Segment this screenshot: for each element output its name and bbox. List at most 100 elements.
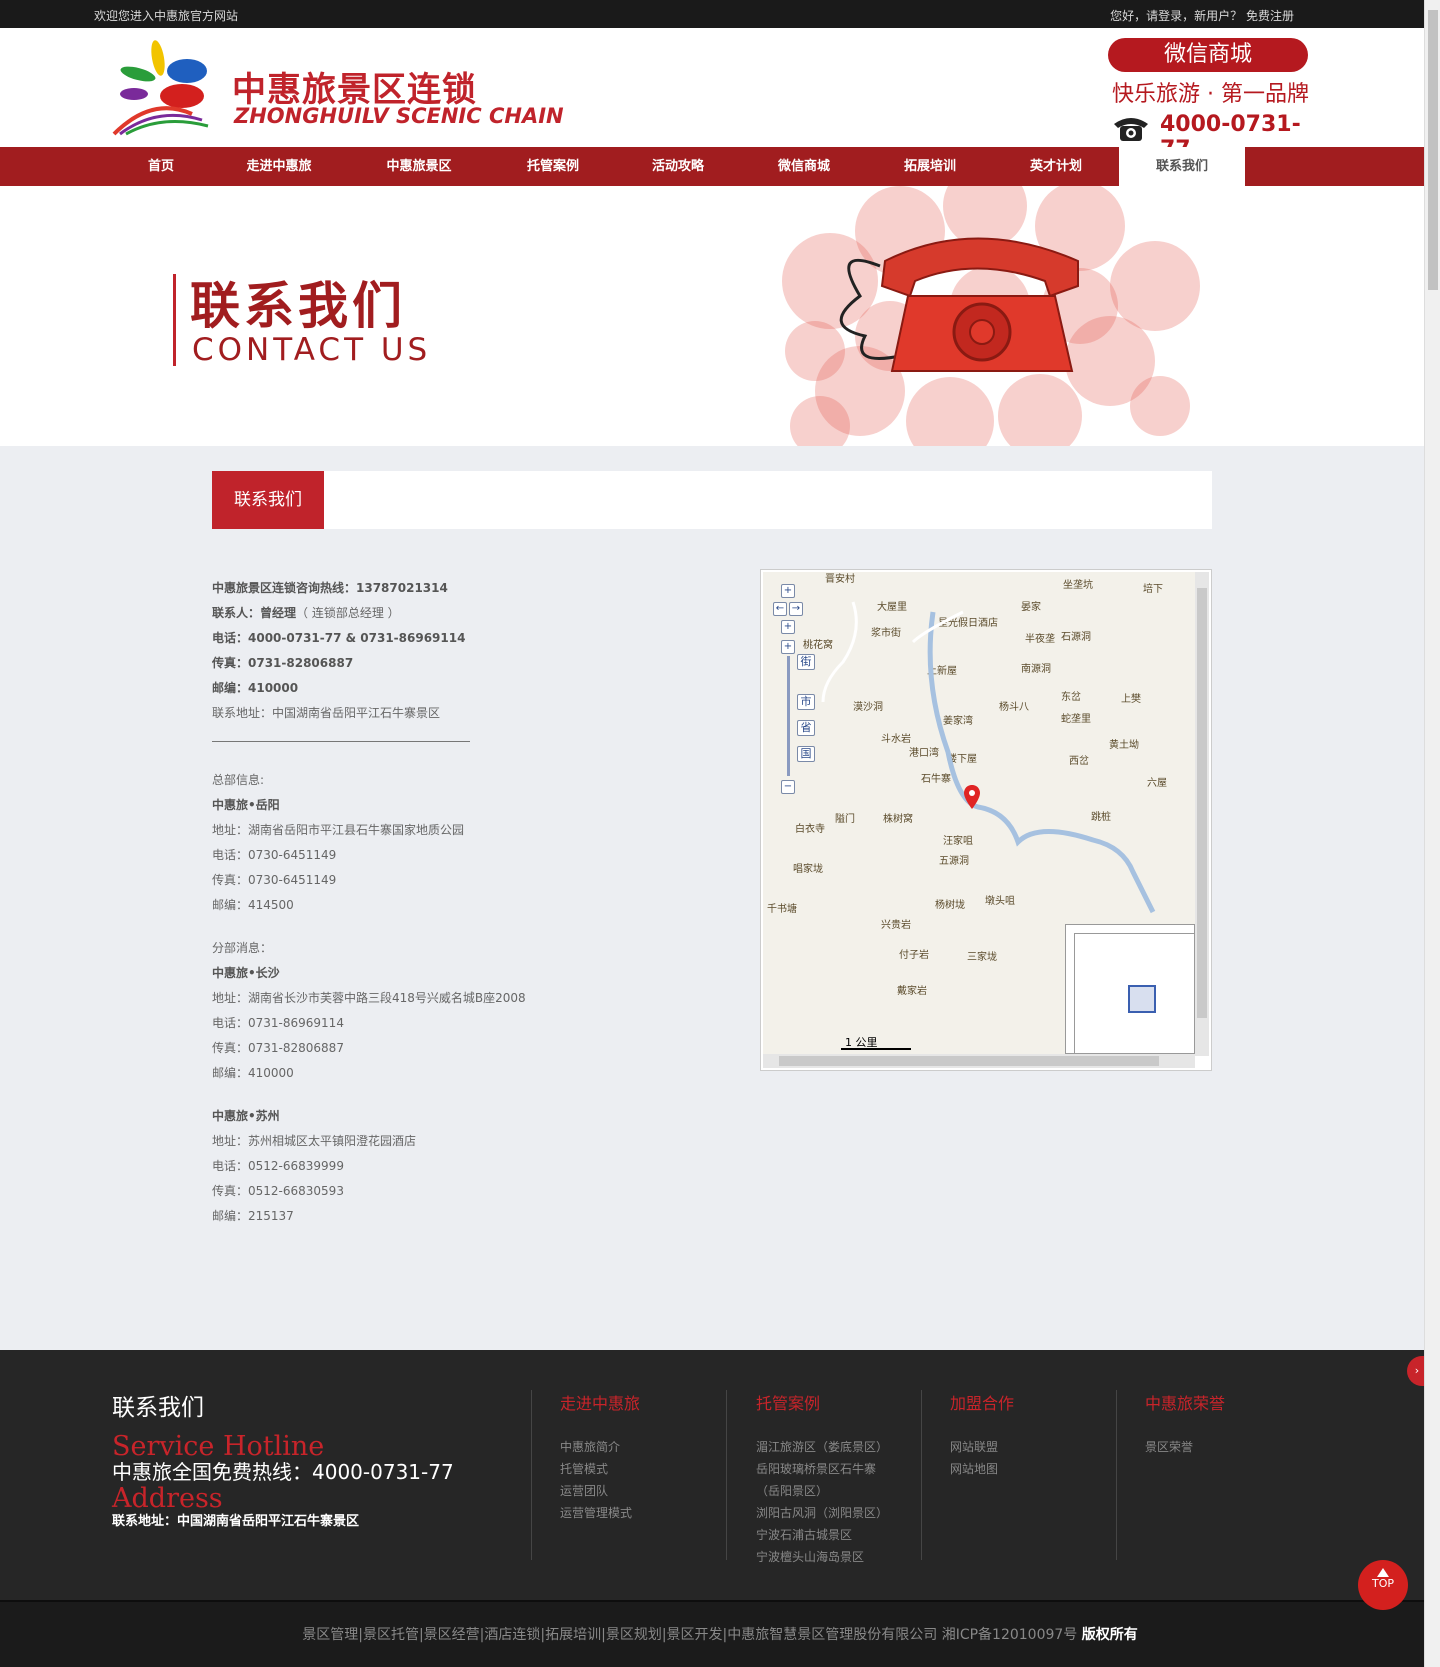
map-zoom-slider[interactable] [787,656,790,776]
footer-link[interactable]: 网站地图 [950,1458,1014,1480]
footer-link[interactable]: 网站联盟 [950,1436,1014,1458]
map-zoom-street[interactable]: 街 [797,654,815,670]
banner-title-cn: 联系我们 [190,277,406,335]
telephone-illustration-icon [782,186,1200,446]
footer-address: 联系地址：中国湖南省岳阳平江石牛寨景区 [112,1514,360,1529]
branch-name: 中惠旅•苏州 [212,1109,280,1123]
footer-link[interactable]: 岳阳玻璃桥景区石牛寨 [756,1458,888,1480]
map-zoom-city[interactable]: 市 [797,694,815,710]
hq-heading: 总部信息: [212,773,265,787]
nav-item-scenic[interactable]: 中惠旅景区 [356,147,482,186]
map-location-pin-icon[interactable] [963,784,981,810]
footer-link[interactable]: （岳阳景区） [756,1480,888,1502]
hq-name: 中惠旅•岳阳 [212,798,280,812]
branch-fax: 传真：0512-66830593 [212,1184,344,1198]
contact-address: 联系地址：中国湖南省岳阳平江石牛寨景区 [212,706,441,720]
footer-col-join: 加盟合作 网站联盟 网站地图 [950,1390,1014,1480]
header: 中惠旅景区连锁 ZHONGHUILV SCENIC CHAIN 微信商城 快乐旅… [0,28,1424,162]
map-pan-down-button[interactable]: + [781,620,795,634]
footer-link[interactable]: 宁波檀头山海岛景区 [756,1546,888,1568]
map-canvas[interactable]: 戴家岩 三家垅 付子岩 兴贵岩 墩头咀 杨树垅 千书塘 唱家垅 五源洞 汪家咀 跳桩 株树窝 隘门 白衣寺… [763,572,1195,1056]
contact-phone: 电话：4000-0731-77 & 0731-86969114 [212,631,466,645]
nav-item-cases[interactable]: 托管案例 [490,147,616,186]
back-to-top-button[interactable]: TOP [1358,1560,1408,1610]
footer-contact-heading: 联系我们 [112,1395,204,1421]
nav-item-contact[interactable]: 联系我们 [1119,147,1245,186]
contact-banner: 联系我们 CONTACT US [0,186,1424,446]
address-label: Address [112,1483,223,1514]
footer-link[interactable]: 运营管理模式 [560,1502,640,1524]
branches-heading: 分部消息： [212,941,273,955]
nav-item-activities[interactable]: 活动攻略 [615,147,741,186]
map-pan-right-button[interactable]: → [789,602,803,616]
map-overview[interactable] [1065,924,1195,1054]
section-tab-bar: 联系我们 [212,471,1212,529]
map-horizontal-scrollbar[interactable] [763,1054,1195,1068]
site-logo[interactable]: 中惠旅景区连锁 ZHONGHUILV SCENIC CHAIN [112,36,564,136]
divider [212,741,470,742]
welcome-text: 欢迎您进入中惠旅官方网站 [94,9,239,23]
banner-accent-bar [173,274,176,366]
map-zoom-out-button[interactable]: − [781,780,795,794]
telephone-icon [1114,118,1148,141]
footer-col-honors: 中惠旅荣誉 景区荣誉 [1145,1390,1225,1458]
contact-person: 联系人：曾经理（ 连锁部总经理 ） [212,606,400,620]
slogan: 快乐旅游 · 第一品牌 [1112,82,1309,107]
contact-info: 中惠旅景区连锁咨询热线：13787021314 联系人：曾经理（ 连锁部总经理 … [212,576,772,1229]
map-pan-left-button[interactable]: ← [773,602,787,616]
nav-item-wechat-mall[interactable]: 微信商城 [741,147,867,186]
map-zoom-in-button[interactable]: + [781,640,795,654]
branch-address: 地址：湖南省长沙市芙蓉中路三段418号兴威名城B座2008 [212,991,526,1005]
header-contact: 微信商城 快乐旅游 · 第一品牌 4000-0731-77 [1108,38,1313,162]
logo-text-en: ZHONGHUILV SCENIC CHAIN [234,104,564,128]
top-bar: 欢迎您进入中惠旅官方网站 您好，请登录，新用户？ 免费注册 [0,0,1424,28]
copyright-bar: 景区管理|景区托管|景区经营|酒店连锁|拓展培训|景区规划|景区开发|中惠旅智慧… [0,1600,1424,1667]
service-hotline-label: Service Hotline [112,1431,325,1462]
branch-fax: 传真：0731-82806887 [212,1041,344,1055]
arrow-up-icon [1377,1568,1389,1577]
footer-col-cases: 托管案例 湄江旅游区（娄底景区） 岳阳玻璃桥景区石牛寨 （岳阳景区） 浏阳古风洞… [756,1390,888,1568]
location-map[interactable]: 戴家岩 三家垅 付子岩 兴贵岩 墩头咀 杨树垅 千书塘 唱家垅 五源洞 汪家咀 跳桩 株树窝 隘门 白衣寺… [760,569,1212,1071]
hq-zip: 邮编：414500 [212,898,294,912]
nav-item-home[interactable]: 首页 [98,147,224,186]
nav-item-training[interactable]: 拓展培训 [867,147,993,186]
footer-link[interactable]: 湄江旅游区（娄底景区） [756,1436,888,1458]
footer-link[interactable]: 运营团队 [560,1480,640,1502]
map-zoom-province[interactable]: 省 [797,720,815,736]
nav-item-about[interactable]: 走进中惠旅 [216,147,342,186]
map-vertical-scrollbar[interactable] [1195,572,1209,1056]
consult-hotline: 中惠旅景区连锁咨询热线：13787021314 [212,581,448,595]
contact-zip: 邮编：410000 [212,681,299,695]
footer-link[interactable]: 宁波石浦古城景区 [756,1524,888,1546]
map-scale-bar [841,1048,911,1050]
footer: 联系我们 Service Hotline 中惠旅全国免费热线：4000-0731… [0,1350,1424,1600]
branch-zip: 邮编：410000 [212,1066,294,1080]
page-scrollbar[interactable] [1424,0,1440,1667]
branch-zip: 邮编：215137 [212,1209,294,1223]
main-nav: 首页 走进中惠旅 中惠旅景区 托管案例 活动攻略 微信商城 拓展培训 英才计划 … [0,147,1424,186]
header-hotline: 4000-0731-77 [1108,110,1313,162]
branch-name: 中惠旅•长沙 [212,966,280,980]
footer-link[interactable]: 浏阳古风洞（浏阳景区） [756,1502,888,1524]
tab-contact-us[interactable]: 联系我们 [212,471,324,529]
hq-fax: 传真：0730-6451149 [212,873,337,887]
map-pan-up-button[interactable]: + [781,584,795,598]
map-zoom-country[interactable]: 国 [797,746,815,762]
logo-flower-icon [112,40,209,136]
hq-address: 地址：湖南省岳阳市平江县石牛寨国家地质公园 [212,823,465,837]
nav-item-talent[interactable]: 英才计划 [993,147,1119,186]
branch-address: 地址：苏州相城区太平镇阳澄花园酒店 [212,1134,417,1148]
contact-fax: 传真：0731-82806887 [212,656,354,670]
copyright-text: 景区管理|景区托管|景区经营|酒店连锁|拓展培训|景区规划|景区开发|中惠旅智慧… [302,1627,1138,1643]
footer-link[interactable]: 景区荣誉 [1145,1436,1225,1458]
hq-phone: 电话：0730-6451149 [212,848,337,862]
main-content: 联系我们 中惠旅景区连锁咨询热线：13787021314 联系人：曾经理（ 连锁… [0,446,1424,1350]
footer-link[interactable]: 中惠旅简介 [560,1436,640,1458]
branch-phone: 电话：0512-66839999 [212,1159,344,1173]
banner-title-en: CONTACT US [192,332,432,368]
branch-phone: 电话：0731-86969114 [212,1016,344,1030]
footer-link[interactable]: 托管模式 [560,1458,640,1480]
login-register-link[interactable]: 您好，请登录，新用户？ 免费注册 [1110,7,1294,24]
service-hotline: 中惠旅全国免费热线：4000-0731-77 [112,1460,454,1484]
wechat-mall-button[interactable]: 微信商城 [1108,38,1308,72]
